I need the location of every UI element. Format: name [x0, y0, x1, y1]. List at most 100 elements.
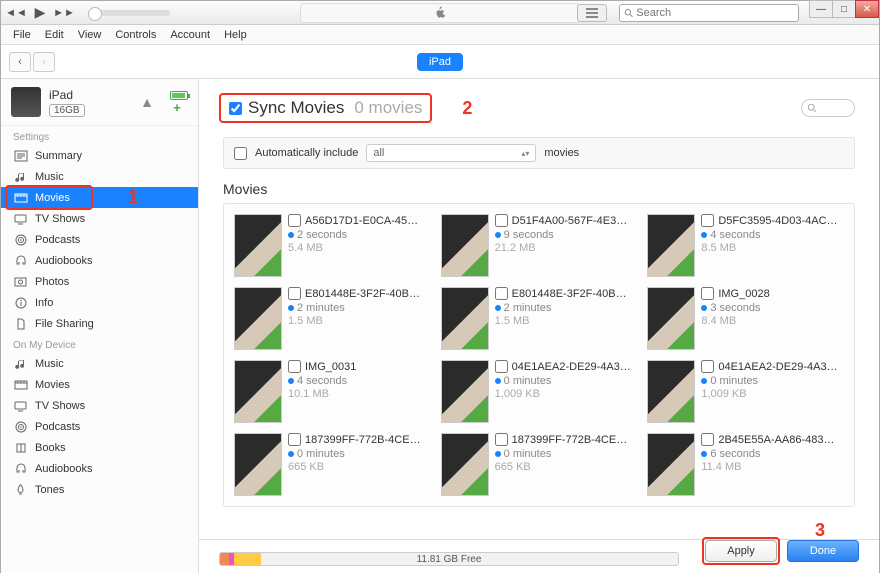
movie-checkbox[interactable] [495, 214, 508, 227]
sidebar-settings-title: Settings [1, 126, 198, 145]
movie-tile: 187399FF-772B-4CE4-93...0 minutes665 KB [234, 433, 431, 496]
play-button[interactable]: ▶ [29, 4, 51, 22]
sidebar-item-info[interactable]: Info [1, 292, 198, 313]
maximize-button[interactable]: □ [832, 0, 856, 18]
auto-include-checkbox[interactable] [234, 147, 247, 160]
menu-view[interactable]: View [72, 27, 108, 43]
apply-button[interactable]: Apply [705, 540, 777, 562]
menu-edit[interactable]: Edit [39, 27, 70, 43]
unplayed-dot-icon [701, 305, 707, 311]
sidebar-item-label: TV Shows [35, 213, 85, 225]
files-icon [13, 317, 28, 330]
movie-name: D5FC3595-4D03-4ACD-... [718, 215, 838, 227]
sidebar-item-tv-shows[interactable]: TV Shows [1, 208, 198, 229]
footer: 11.81 GB Free 3 Apply Done [199, 539, 879, 572]
movie-size: 665 KB [495, 461, 638, 473]
menubar: File Edit View Controls Account Help [1, 25, 879, 45]
annotation-2: 2 [462, 98, 472, 119]
movie-checkbox[interactable] [701, 433, 714, 446]
menu-help[interactable]: Help [218, 27, 253, 43]
auto-include-label: Automatically include [255, 147, 358, 159]
apple-icon [433, 6, 447, 20]
movie-checkbox[interactable] [495, 360, 508, 373]
lcd-display [300, 3, 580, 23]
sidebar-item-tones[interactable]: Tones [1, 479, 198, 500]
movie-checkbox[interactable] [288, 360, 301, 373]
movie-duration: 0 minutes [297, 448, 345, 460]
sidebar-item-books[interactable]: Books [1, 437, 198, 458]
movie-checkbox[interactable] [701, 287, 714, 300]
sidebar-item-tv-shows[interactable]: TV Shows [1, 395, 198, 416]
sidebar-item-file-sharing[interactable]: File Sharing [1, 313, 198, 334]
sidebar-item-audiobooks[interactable]: Audiobooks [1, 250, 198, 271]
sidebar-item-label: Summary [35, 150, 82, 162]
nav-back-button[interactable]: ‹ [9, 52, 31, 72]
device-tab[interactable]: iPad [417, 53, 463, 71]
volume-slider[interactable] [90, 10, 170, 16]
sidebar-item-movies[interactable]: Movies [1, 374, 198, 395]
movie-checkbox[interactable] [701, 360, 714, 373]
done-button[interactable]: Done [787, 540, 859, 562]
top-search-input[interactable] [636, 7, 794, 19]
sidebar-onmydevice-title: On My Device [1, 334, 198, 353]
sidebar-item-podcasts[interactable]: Podcasts [1, 229, 198, 250]
movie-checkbox[interactable] [288, 433, 301, 446]
auto-include-select[interactable]: all ▴▾ [366, 144, 536, 162]
movie-size: 10.1 MB [288, 388, 431, 400]
sidebar-item-label: Books [35, 442, 66, 454]
movie-name: 04E1AEA2-DE29-4A30-B... [718, 361, 838, 373]
capacity-free-label: 11.81 GB Free [220, 554, 678, 565]
movie-duration: 2 minutes [504, 302, 552, 314]
top-search[interactable] [619, 4, 799, 22]
nav-fwd-button[interactable]: › [33, 52, 55, 72]
sidebar-item-label: Photos [35, 276, 69, 288]
movie-checkbox[interactable] [495, 433, 508, 446]
battery-icon [170, 91, 188, 100]
movie-checkbox[interactable] [701, 214, 714, 227]
sidebar-item-movies[interactable]: Movies1 [1, 187, 198, 208]
movie-checkbox[interactable] [288, 287, 301, 300]
device-header: iPad 16GB ▲ + [1, 79, 198, 126]
movie-name: 187399FF-772B-4CE4-93... [512, 434, 632, 446]
sync-movies-checkbox[interactable] [229, 102, 242, 115]
eject-button[interactable]: ▲ [140, 94, 154, 110]
movie-thumbnail [441, 214, 489, 277]
sidebar-item-music[interactable]: Music [1, 353, 198, 374]
minimize-button[interactable]: — [809, 0, 833, 18]
sidebar-item-music[interactable]: Music [1, 166, 198, 187]
sidebar-item-label: Audiobooks [35, 255, 93, 267]
movie-tile: IMG_00283 seconds8.4 MB [647, 287, 844, 350]
sidebar-item-label: Audiobooks [35, 463, 93, 475]
list-view-button[interactable] [577, 4, 607, 22]
menu-account[interactable]: Account [164, 27, 216, 43]
movie-duration: 2 seconds [297, 229, 347, 241]
menu-file[interactable]: File [7, 27, 37, 43]
sidebar-item-photos[interactable]: Photos [1, 271, 198, 292]
movie-name: 2B45E55A-AA86-483B-8... [718, 434, 838, 446]
prev-button[interactable]: ◄◄ [5, 4, 27, 22]
sync-movies-label: Sync Movies [248, 98, 344, 118]
movie-thumbnail [234, 214, 282, 277]
device-thumbnail [11, 87, 41, 117]
unplayed-dot-icon [288, 305, 294, 311]
menu-controls[interactable]: Controls [109, 27, 162, 43]
content-search[interactable] [801, 99, 855, 117]
unplayed-dot-icon [288, 232, 294, 238]
search-icon [624, 8, 633, 18]
sidebar-item-summary[interactable]: Summary [1, 145, 198, 166]
movie-tile: 04E1AEA2-DE29-4A30-B...0 minutes1,009 KB [647, 360, 844, 423]
movies-icon [13, 378, 28, 391]
summary-icon [13, 149, 28, 162]
movie-checkbox[interactable] [495, 287, 508, 300]
sidebar-item-audiobooks[interactable]: Audiobooks [1, 458, 198, 479]
tv-icon [13, 212, 28, 225]
sidebar-item-label: Music [35, 358, 64, 370]
movies-heading: Movies [223, 181, 855, 197]
auto-include-suffix: movies [544, 147, 579, 159]
podcasts-icon [13, 233, 28, 246]
next-button[interactable]: ►► [53, 4, 75, 22]
sidebar-item-podcasts[interactable]: Podcasts [1, 416, 198, 437]
close-button[interactable]: ✕ [855, 0, 879, 18]
annotation-1: 1 [128, 187, 138, 208]
movie-checkbox[interactable] [288, 214, 301, 227]
